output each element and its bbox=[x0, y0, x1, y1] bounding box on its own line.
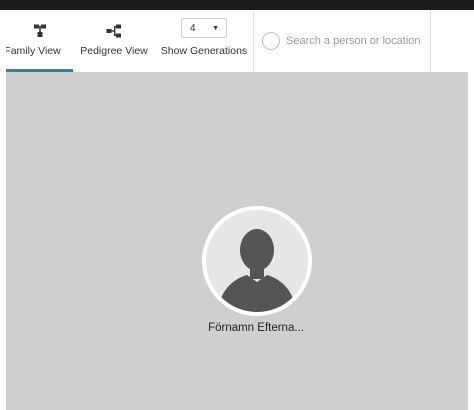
person-silhouette-icon bbox=[206, 210, 308, 312]
toolbar-divider-end bbox=[430, 10, 431, 72]
generations-select[interactable]: 4 ▼ bbox=[181, 18, 227, 38]
avatar[interactable] bbox=[202, 206, 312, 316]
search-input[interactable] bbox=[286, 35, 430, 47]
pedigree-view-button[interactable]: Pedigree View bbox=[73, 10, 155, 72]
family-view-button[interactable]: Family View bbox=[6, 10, 73, 72]
person-name[interactable]: Förnamn Efterna... bbox=[181, 322, 331, 334]
show-generations-label: Show Generations bbox=[160, 45, 248, 57]
generations-value: 4 bbox=[190, 22, 196, 34]
pedigree-icon bbox=[106, 23, 122, 39]
window-top-bar bbox=[0, 0, 474, 10]
caret-down-icon: ▼ bbox=[212, 24, 219, 32]
pedigree-view-label: Pedigree View bbox=[80, 45, 148, 57]
toolbar: Family View Pedigree View 4 ▼ Show Gener… bbox=[6, 10, 468, 72]
family-view-label: Family View bbox=[6, 45, 61, 57]
family-tree-icon bbox=[33, 23, 47, 39]
show-generations-control: 4 ▼ Show Generations bbox=[155, 10, 253, 72]
search-icon bbox=[262, 32, 280, 50]
tree-canvas[interactable]: Förnamn Efterna... bbox=[6, 72, 468, 410]
search-box bbox=[254, 10, 430, 72]
